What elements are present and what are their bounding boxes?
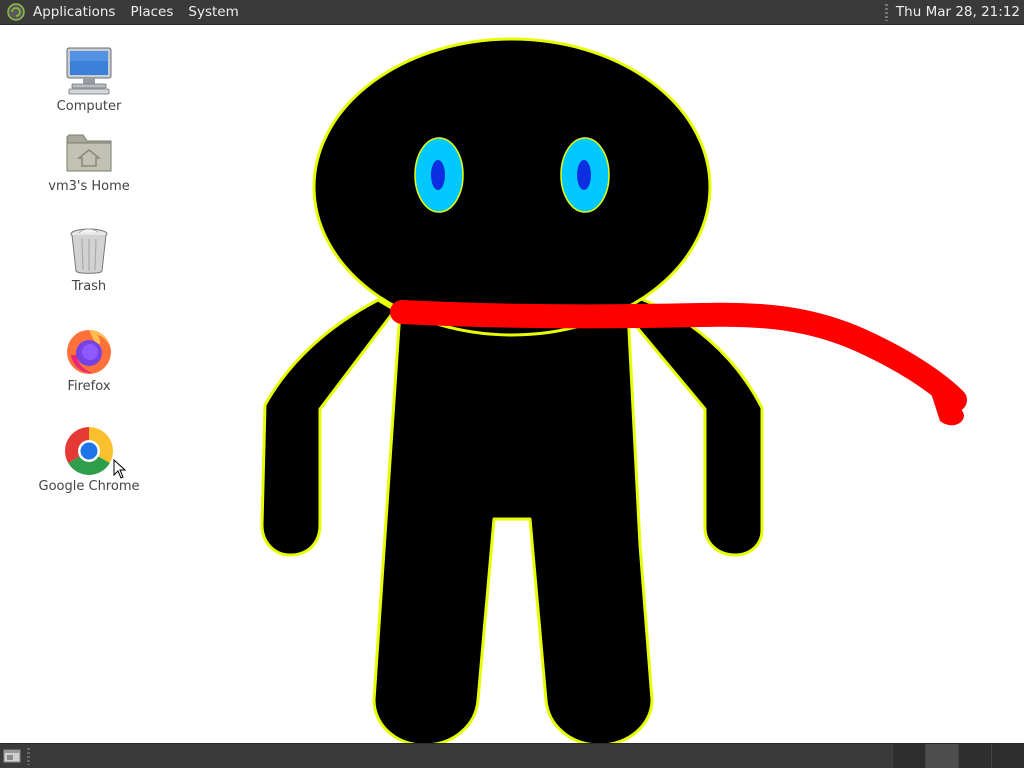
chrome-icon xyxy=(63,425,115,477)
bottom-panel xyxy=(0,743,1024,768)
desktop-icon-label: Trash xyxy=(71,279,107,294)
figure xyxy=(260,37,967,743)
desktop-icon-label: Firefox xyxy=(67,379,111,394)
places-menu[interactable]: Places xyxy=(130,4,173,20)
system-menu[interactable]: System xyxy=(188,4,238,20)
left-arm xyxy=(260,298,397,557)
home-folder-icon xyxy=(63,125,115,177)
desktop-icon-chrome[interactable]: Google Chrome xyxy=(34,425,144,494)
right-arm xyxy=(623,295,764,557)
desktop-icon-trash[interactable]: Trash xyxy=(34,225,144,294)
workspace-3[interactable] xyxy=(958,744,991,768)
workspace-1[interactable] xyxy=(892,744,925,768)
trash-icon xyxy=(63,225,115,277)
computer-icon xyxy=(63,45,115,97)
desktop[interactable]: Computer vm3's Home Trash Firefox Google… xyxy=(0,25,1024,743)
desktop-icon-label: vm3's Home xyxy=(48,179,130,194)
paint-drawing xyxy=(260,37,967,743)
desktop-icon-home[interactable]: vm3's Home xyxy=(34,125,144,194)
panel-drag-handle[interactable] xyxy=(27,748,30,765)
desktop-icon-label: Computer xyxy=(56,99,122,114)
workspace-switcher xyxy=(892,744,1024,768)
desktop-icon-computer[interactable]: Computer xyxy=(34,45,144,114)
top-panel: Applications Places System Thu Mar 28, 2… xyxy=(0,0,1024,25)
show-desktop-icon[interactable] xyxy=(3,748,21,764)
workspace-4[interactable] xyxy=(991,744,1024,768)
applications-menu[interactable]: Applications xyxy=(33,4,115,20)
left-pupil xyxy=(431,160,445,190)
desktop-icon-firefox[interactable]: Firefox xyxy=(34,325,144,394)
body xyxy=(372,309,654,743)
distro-logo-icon[interactable] xyxy=(7,3,25,21)
panel-right-area: Thu Mar 28, 21:12 xyxy=(884,0,1024,25)
mouse-cursor-icon xyxy=(113,459,127,479)
head xyxy=(312,37,712,337)
right-pupil xyxy=(577,160,591,190)
workspace-2[interactable] xyxy=(925,744,958,768)
firefox-icon xyxy=(63,325,115,377)
panel-drag-handle[interactable] xyxy=(884,3,888,21)
desktop-icon-label: Google Chrome xyxy=(38,479,140,494)
clock[interactable]: Thu Mar 28, 21:12 xyxy=(896,4,1020,20)
